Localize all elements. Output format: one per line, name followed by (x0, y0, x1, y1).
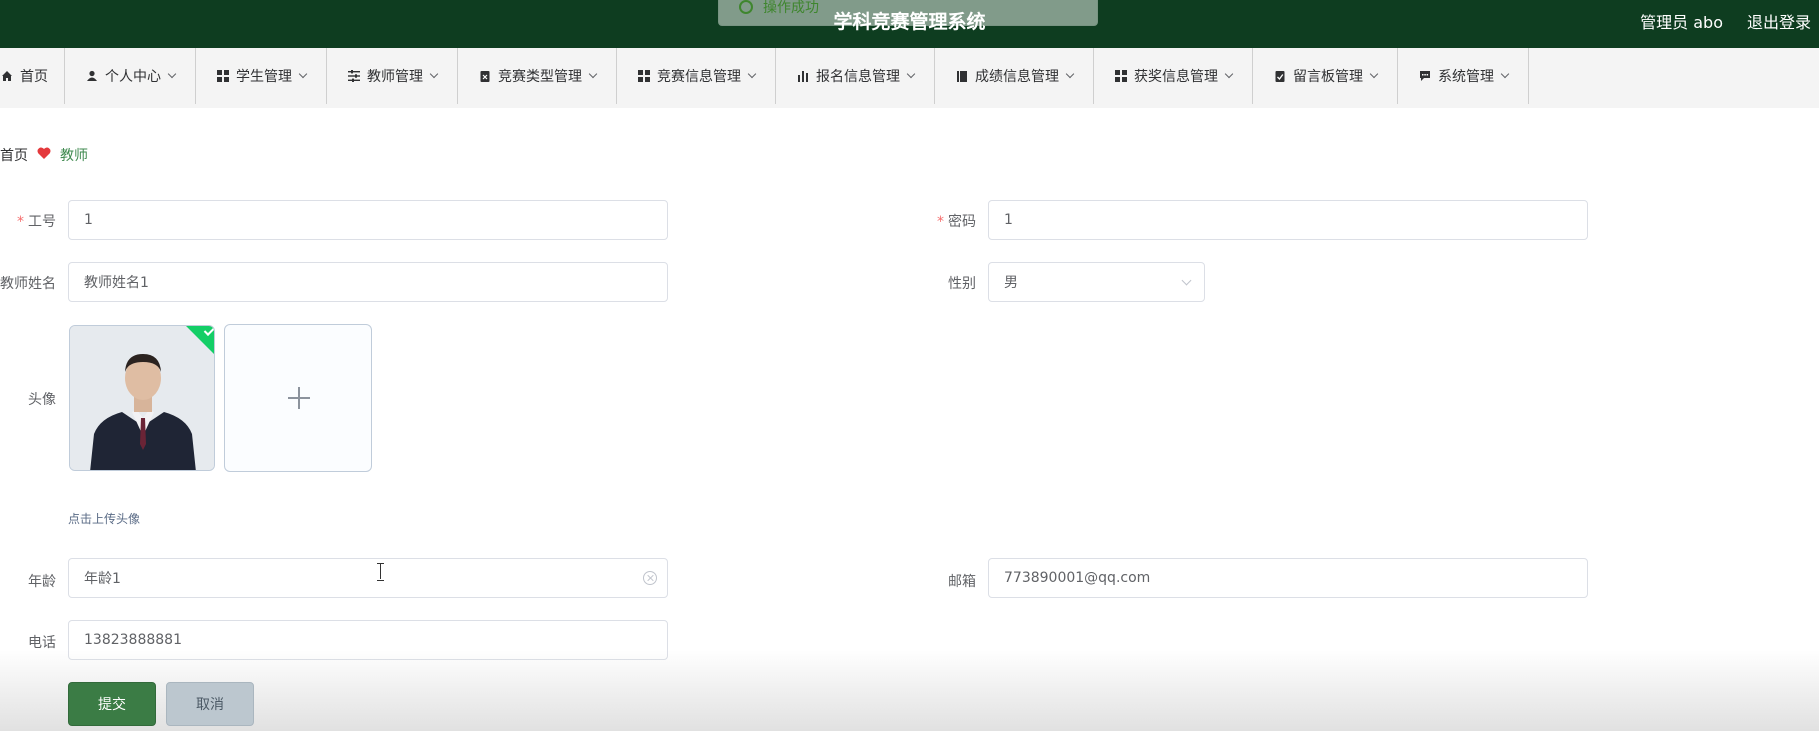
breadcrumb-current: 教师 (60, 148, 88, 164)
user-area: 管理员 abo 退出登录 (1640, 9, 1811, 33)
teacher-name-label: 教师姓名 (0, 276, 56, 292)
phone-input[interactable]: 13823888881 (68, 620, 668, 660)
chevron-down-icon (906, 69, 916, 79)
clipboard-check-icon (1273, 69, 1287, 83)
avatar-upload-button[interactable] (224, 324, 372, 472)
menu-item-label: 留言板管理 (1293, 69, 1363, 85)
menu-item-teachers[interactable]: 教师管理 (327, 48, 458, 104)
grid-icon (1114, 69, 1128, 83)
menu-item-label: 成绩信息管理 (975, 69, 1059, 85)
menu-item-personal-center[interactable]: 个人中心 (65, 48, 196, 104)
main-menu: 首页 个人中心 学生管理 教师管理 竞赛类型管理 竞赛信息管理 报名信息管理 成… (0, 48, 1819, 108)
menu-item-label: 系统管理 (1438, 69, 1494, 85)
chevron-down-icon (298, 69, 308, 79)
chevron-down-icon (1065, 69, 1075, 79)
chevron-down-icon (167, 69, 177, 79)
employee-id-input[interactable]: 1 (68, 200, 668, 240)
password-label: * 密码 (937, 214, 976, 230)
clipboard-x-icon (478, 69, 492, 83)
age-label: 年龄 (28, 574, 56, 590)
cancel-button[interactable]: 取消 (166, 682, 254, 726)
password-input[interactable]: 1 (988, 200, 1588, 240)
text-cursor-icon (377, 563, 385, 581)
menu-item-students[interactable]: 学生管理 (196, 48, 327, 104)
menu-item-system[interactable]: 系统管理 (1398, 48, 1529, 104)
system-title: 学科竞赛管理系统 (833, 11, 986, 33)
menu-item-label: 教师管理 (367, 69, 423, 85)
menu-item-competition-info[interactable]: 竞赛信息管理 (617, 48, 776, 104)
employee-id-label: * 工号 (17, 214, 56, 230)
email-label: 邮箱 (948, 574, 976, 590)
chevron-down-icon (1181, 275, 1192, 286)
home-icon (0, 69, 14, 83)
gender-select[interactable]: 男 (988, 262, 1205, 302)
menu-item-award-info[interactable]: 获奖信息管理 (1094, 48, 1253, 104)
clear-icon[interactable] (643, 571, 657, 585)
grid-icon (216, 69, 230, 83)
menu-item-label: 竞赛信息管理 (657, 69, 741, 85)
plus-icon (288, 387, 310, 409)
submit-button[interactable]: 提交 (68, 682, 156, 726)
chevron-down-icon (1224, 69, 1234, 79)
phone-label: 电话 (28, 635, 56, 651)
heart-icon (37, 147, 51, 163)
current-user[interactable]: 管理员 abo (1640, 9, 1723, 33)
user-icon (85, 69, 99, 83)
avatar-upload-tip: 点击上传头像 (68, 512, 141, 526)
chevron-down-icon (747, 69, 757, 79)
top-header: 操作成功 学科竞赛管理系统 管理员 abo 退出登录 (0, 0, 1819, 48)
gender-label: 性别 (948, 276, 976, 292)
sliders-icon (347, 69, 361, 83)
bar-chart-icon (796, 69, 810, 83)
menu-item-label: 竞赛类型管理 (498, 69, 582, 85)
logout-link[interactable]: 退出登录 (1747, 9, 1811, 33)
teacher-name-input[interactable]: 教师姓名1 (68, 262, 668, 302)
avatar-image[interactable] (69, 325, 215, 471)
bottom-shadow (0, 650, 1819, 731)
menu-item-label: 获奖信息管理 (1134, 69, 1218, 85)
chevron-down-icon (1369, 69, 1379, 79)
menu-item-message-board[interactable]: 留言板管理 (1253, 48, 1398, 104)
chevron-down-icon (588, 69, 598, 79)
menu-item-label: 个人中心 (105, 69, 161, 85)
breadcrumb: 首页 教师 (0, 145, 88, 165)
chat-icon (1418, 69, 1432, 83)
chevron-down-icon (429, 69, 439, 79)
menu-item-home[interactable]: 首页 (0, 48, 65, 104)
menu-item-score-info[interactable]: 成绩信息管理 (935, 48, 1094, 104)
menu-item-label: 报名信息管理 (816, 69, 900, 85)
grid-icon (637, 69, 651, 83)
breadcrumb-home[interactable]: 首页 (0, 145, 28, 165)
email-input[interactable]: 773890001@qq.com (988, 558, 1588, 598)
menu-item-competition-types[interactable]: 竞赛类型管理 (458, 48, 617, 104)
menu-item-label: 首页 (20, 69, 48, 85)
menu-item-label: 学生管理 (236, 69, 292, 85)
age-input[interactable]: 年龄1 (68, 558, 668, 598)
chevron-down-icon (1500, 69, 1510, 79)
avatar-label: 头像 (28, 392, 56, 408)
book-icon (955, 69, 969, 83)
menu-item-registration-info[interactable]: 报名信息管理 (776, 48, 935, 104)
